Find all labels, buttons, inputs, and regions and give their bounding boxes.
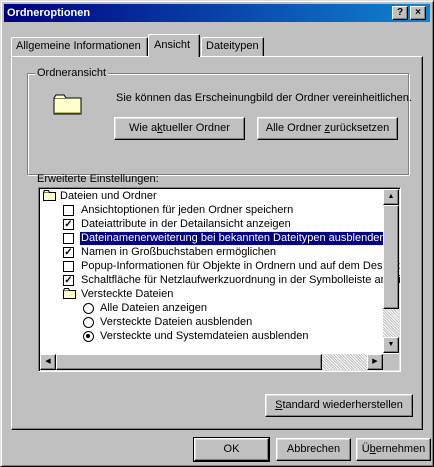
checkbox-unchecked[interactable] (63, 261, 74, 272)
list-item-label: Versteckte und Systemdateien ausblenden (100, 330, 309, 342)
list-item-label: Dateiattribute in der Detailansicht anze… (81, 218, 291, 230)
tab-general-label: Allgemeine Informationen (16, 40, 141, 52)
horizontal-scrollbar[interactable]: ◀ ▶ (40, 354, 383, 370)
folder-view-group-label: Ordneransicht (35, 67, 109, 79)
folder-options-dialog: Ordneroptionen ? × Allgemeine Informatio… (0, 0, 434, 467)
reset-all-folders-button[interactable]: Alle Ordner zurücksetzen (257, 117, 398, 140)
tab-view-label: Ansicht (154, 39, 191, 51)
restore-defaults-button[interactable]: Standard wiederherstellen (265, 394, 413, 417)
vertical-scrollbar[interactable]: ▲ ▼ (383, 189, 399, 353)
checkbox-unchecked[interactable] (63, 233, 74, 244)
help-button[interactable]: ? (392, 6, 408, 20)
list-item-label: Schaltfläche für Netzlaufwerkzuordnung i… (81, 274, 401, 286)
advanced-settings-list[interactable]: Dateien und Ordner Ansichtoptionen für j… (38, 187, 401, 372)
folder-icon (43, 190, 56, 201)
apply-label-pre: Ü (361, 443, 370, 455)
folder-icon (53, 94, 82, 115)
apply-button[interactable]: Übernehmen (356, 438, 431, 461)
tab-general[interactable]: Allgemeine Informationen (11, 37, 148, 56)
radio-unselected[interactable] (83, 303, 94, 314)
scroll-up-icon[interactable]: ▲ (383, 189, 399, 205)
reset-all-label-pre: Alle Ordner (265, 122, 325, 134)
list-item-label: Dateinamenerweiterung bei bekannten Date… (79, 231, 388, 246)
folder-view-description: Sie können das Erscheinungbild der Ordne… (116, 92, 412, 104)
reset-all-label-post: urücksetzen (329, 122, 390, 134)
list-item-label: Versteckte Dateien ausblenden (100, 316, 253, 328)
title-bar[interactable]: Ordneroptionen ? × (4, 4, 430, 22)
tab-filetypes-label: Dateitypen (206, 40, 259, 52)
scroll-down-icon[interactable]: ▼ (383, 337, 399, 353)
list-item-label: Popup-Informationen für Objekte in Ordne… (81, 260, 401, 272)
radio-unselected[interactable] (83, 317, 94, 328)
checkbox-checked[interactable]: ✓ (63, 275, 74, 286)
close-button[interactable]: × (410, 6, 426, 20)
scroll-right-icon[interactable]: ▶ (367, 354, 383, 370)
vertical-scroll-thumb[interactable] (383, 205, 399, 309)
checkbox-checked[interactable]: ✓ (63, 247, 74, 258)
radio-selected[interactable] (83, 331, 94, 342)
tab-filetypes[interactable]: Dateitypen (201, 37, 264, 56)
scroll-left-icon[interactable]: ◀ (40, 354, 56, 370)
like-current-label-post: tueller Ordner (162, 122, 230, 134)
ok-button[interactable]: OK (193, 437, 270, 462)
checkbox-checked[interactable]: ✓ (63, 219, 74, 230)
folder-icon (63, 288, 76, 299)
advanced-settings-label: Erweiterte Einstellungen: (37, 173, 159, 185)
apply-label-post: ernehmen (375, 443, 426, 455)
tab-view[interactable]: Ansicht (148, 34, 200, 57)
restore-label-post: tandard wiederherstellen (282, 399, 403, 411)
like-current-label-pre: Wie a (129, 122, 158, 134)
list-item-label: Alle Dateien anzeigen (100, 302, 208, 314)
list-item-label: Dateien und Ordner (60, 190, 157, 202)
like-current-folder-button[interactable]: Wie aktueller Ordner (114, 117, 245, 140)
scrollbar-corner (383, 354, 399, 370)
window-title: Ordneroptionen (7, 7, 91, 19)
list-item-label: Namen in Großbuchstaben ermöglichen (81, 246, 277, 258)
cancel-button[interactable]: Abbrechen (276, 438, 351, 461)
horizontal-scroll-thumb[interactable] (56, 354, 322, 370)
list-item-label: Versteckte Dateien (81, 288, 174, 300)
checkbox-unchecked[interactable] (63, 205, 74, 216)
list-item-label: Ansichtoptionen für jeden Ordner speiche… (81, 204, 294, 216)
